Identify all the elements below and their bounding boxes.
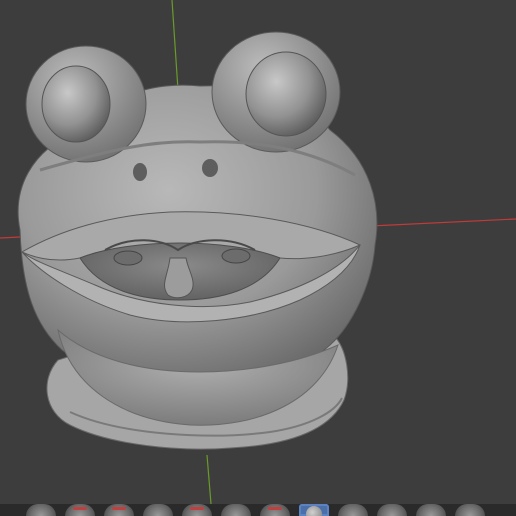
- sculpt-viewport-canvas[interactable]: [0, 0, 516, 504]
- left-nostril: [133, 163, 147, 181]
- right-nostril: [202, 159, 218, 177]
- brush-icon-11[interactable]: [455, 504, 485, 516]
- inner-face-right-eye: [221, 248, 251, 264]
- x-axis-line-left: [0, 236, 21, 239]
- brush-toolbar: [0, 504, 516, 516]
- inner-face-left-eye: [113, 250, 143, 266]
- brush-icon-2[interactable]: [104, 504, 134, 516]
- brush-icon-6[interactable]: [260, 504, 290, 516]
- brush-icon-5[interactable]: [221, 504, 251, 516]
- y-axis-line-lower: [206, 454, 212, 504]
- y-axis-line: [171, 0, 179, 91]
- draw-brush-icon-7[interactable]: [299, 504, 329, 516]
- brush-icon-9[interactable]: [377, 504, 407, 516]
- brush-icon-3[interactable]: [143, 504, 173, 516]
- brush-icon-4[interactable]: [182, 504, 212, 516]
- 3d-viewport[interactable]: [0, 0, 516, 504]
- x-axis-line: [369, 218, 516, 227]
- brush-icon-0[interactable]: [26, 504, 56, 516]
- left-eyeball: [41, 65, 111, 143]
- brush-icon-1[interactable]: [65, 504, 95, 516]
- frog-head-model[interactable]: [17, 31, 378, 450]
- brush-icon-10[interactable]: [416, 504, 446, 516]
- right-eyeball: [245, 51, 327, 137]
- brush-icon-8[interactable]: [338, 504, 368, 516]
